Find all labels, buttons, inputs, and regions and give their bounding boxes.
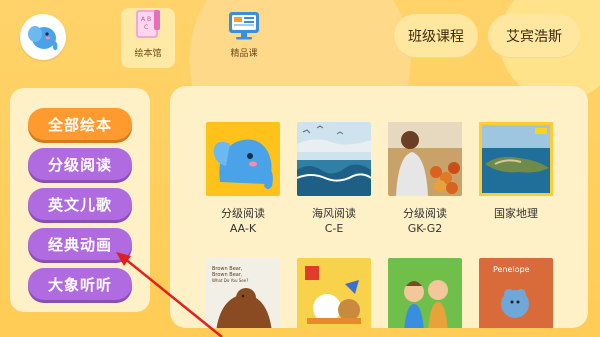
category-sidebar: 全部绘本 分级阅读 英文儿歌 经典动画 大象听听 bbox=[10, 88, 150, 312]
svg-text:What Do You See?: What Do You See? bbox=[212, 278, 248, 283]
tab-label: 精品课 bbox=[230, 49, 258, 59]
book-card[interactable]: 分级阅读 AA-K bbox=[206, 122, 280, 236]
ebbinghaus-button[interactable]: 艾宾浩斯 bbox=[488, 14, 580, 58]
children-cover bbox=[388, 258, 462, 328]
book-title: 分级阅读 bbox=[221, 207, 265, 220]
sidebar-item-graded-reading[interactable]: 分级阅读 bbox=[28, 148, 132, 180]
book-card[interactable]: 分级阅读 GK-G2 bbox=[388, 122, 462, 236]
sidebar-item-label: 经典动画 bbox=[47, 235, 112, 254]
book-card[interactable]: Brown Bear, Brown Bear, What Do You See? bbox=[206, 258, 280, 328]
book-level: AA-K bbox=[229, 222, 257, 235]
tab-picture-book-hall[interactable]: A B C 绘本馆 bbox=[121, 8, 175, 68]
book-grid-panel: 分级阅读 AA-K 海风阅读 C-E 分级阅读 GK-G2 国家地理 Brown… bbox=[170, 86, 588, 328]
cartoon-animals-cover bbox=[297, 258, 371, 328]
sidebar-item-elephant-listening[interactable]: 大象听听 bbox=[28, 268, 132, 300]
sidebar-item-english-songs[interactable]: 英文儿歌 bbox=[28, 188, 132, 220]
market-photo-cover bbox=[388, 122, 462, 196]
book-card[interactable]: Penelope bbox=[479, 258, 553, 328]
book-card[interactable]: 国家地理 bbox=[479, 122, 553, 221]
monitor-icon bbox=[229, 12, 259, 40]
book-title: 分级阅读 bbox=[403, 207, 447, 220]
book-title: 海风阅读 bbox=[312, 207, 356, 220]
penelope-book-cover: Penelope bbox=[479, 258, 553, 328]
class-courses-button[interactable]: 班级课程 bbox=[394, 14, 478, 58]
book-level: GK-G2 bbox=[407, 222, 443, 235]
svg-text:C: C bbox=[144, 24, 148, 31]
button-label: 艾宾浩斯 bbox=[506, 29, 562, 45]
book-title: 国家地理 bbox=[494, 207, 538, 220]
book-card[interactable]: 海风阅读 C-E bbox=[297, 122, 371, 236]
app-logo bbox=[20, 14, 66, 60]
tab-premium-courses[interactable]: 精品课 bbox=[217, 8, 271, 68]
svg-text:B: B bbox=[147, 16, 151, 23]
book-card[interactable] bbox=[297, 258, 371, 328]
svg-text:Penelope: Penelope bbox=[493, 265, 530, 274]
seascape-cover bbox=[297, 122, 371, 196]
button-label: 班级课程 bbox=[408, 29, 464, 45]
brown-bear-book-cover: Brown Bear, Brown Bear, What Do You See? bbox=[206, 258, 280, 328]
sidebar-item-label: 分级阅读 bbox=[47, 155, 112, 174]
sidebar-item-label: 英文儿歌 bbox=[47, 195, 112, 214]
book-level: C-E bbox=[324, 222, 344, 235]
sidebar-item-classic-animation[interactable]: 经典动画 bbox=[28, 228, 132, 260]
sidebar-item-label: 全部绘本 bbox=[47, 115, 112, 134]
elephant-logo-icon bbox=[28, 26, 58, 51]
elephant-cover bbox=[206, 122, 280, 196]
sidebar-item-label: 大象听听 bbox=[47, 275, 112, 294]
book-card[interactable] bbox=[388, 258, 462, 328]
tab-label: 绘本馆 bbox=[134, 49, 162, 59]
island-photo-cover bbox=[479, 122, 553, 196]
picture-book-icon: A B C bbox=[136, 10, 160, 38]
sidebar-item-all-books[interactable]: 全部绘本 bbox=[28, 108, 132, 140]
